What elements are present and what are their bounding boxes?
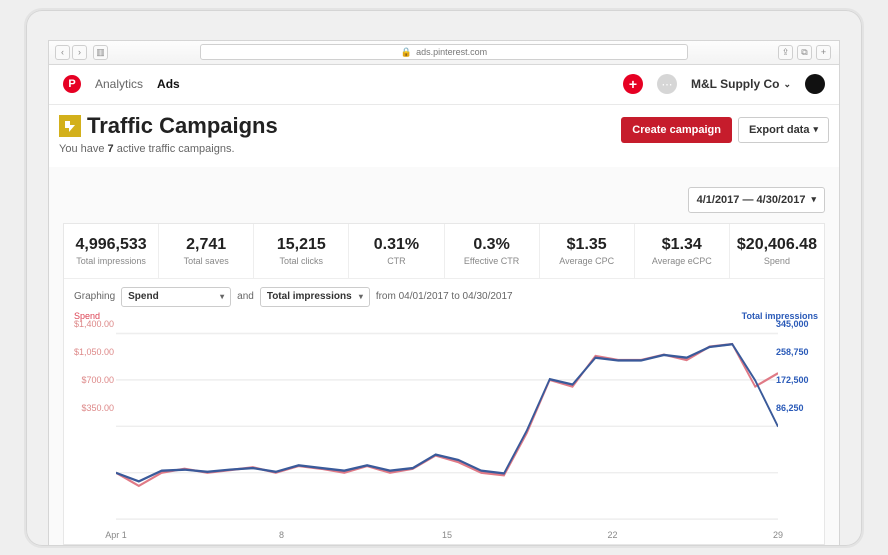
caret-down-icon: ▾ <box>813 124 818 135</box>
metric-label: CTR <box>353 256 439 266</box>
lock-icon: 🔒 <box>401 47 412 58</box>
metric-value: 2,741 <box>163 236 249 254</box>
metric-tile[interactable]: 15,215 Total clicks <box>254 224 349 278</box>
x-tick: Apr 1 <box>105 530 127 540</box>
x-tick: 29 <box>773 530 783 540</box>
metric-tile[interactable]: $1.34 Average eCPC <box>635 224 730 278</box>
y-left-tick: $1,400.00 <box>70 319 114 329</box>
metric-label: Effective CTR <box>449 256 535 266</box>
chart: Spend Total impressions $1,400.00$1,050.… <box>64 315 824 544</box>
metric-b-select[interactable]: Total impressions▾ <box>260 287 370 307</box>
and-label: and <box>237 291 254 302</box>
share-button[interactable]: ⇪ <box>778 45 793 60</box>
graphing-label: Graphing <box>74 291 115 302</box>
metric-label: Total saves <box>163 256 249 266</box>
metric-a-select[interactable]: Spend▾ <box>121 287 231 307</box>
url-text: ads.pinterest.com <box>416 47 487 57</box>
nav-ads[interactable]: Ads <box>157 77 180 91</box>
metric-tile[interactable]: $20,406.48 Spend <box>730 224 824 278</box>
page-subtitle: You have 7 active traffic campaigns. <box>59 143 278 155</box>
metrics-row: 4,996,533 Total impressions 2,741 Total sav… <box>64 224 824 279</box>
y-left-tick: $1,050.00 <box>70 347 114 357</box>
metric-tile[interactable]: 2,741 Total saves <box>159 224 254 278</box>
series-spend <box>116 344 778 486</box>
metric-value: 0.31% <box>353 236 439 254</box>
page-header: Traffic Campaigns You have 7 active traf… <box>49 105 839 167</box>
graph-range-text: from 04/01/2017 to 04/30/2017 <box>376 291 513 302</box>
metric-label: Total clicks <box>258 256 344 266</box>
metric-label: Spend <box>734 256 820 266</box>
export-data-button[interactable]: Export data▾ <box>738 117 829 143</box>
x-tick: 15 <box>442 530 452 540</box>
y-right-tick: 86,250 <box>776 403 820 413</box>
create-campaign-button[interactable]: Create campaign <box>621 117 732 143</box>
y-left-tick: $350.00 <box>70 403 114 413</box>
pinterest-logo-icon[interactable]: P <box>63 75 81 93</box>
account-name: M&L Supply Co <box>691 77 779 91</box>
metric-tile[interactable]: $1.35 Average CPC <box>540 224 635 278</box>
stats-panel: 4,996,533 Total impressions 2,741 Total sav… <box>63 223 825 545</box>
metric-label: Total impressions <box>68 256 154 266</box>
x-tick: 8 <box>279 530 284 540</box>
new-tab-button[interactable]: + <box>816 45 831 60</box>
x-tick: 22 <box>607 530 617 540</box>
page-title: Traffic Campaigns <box>87 113 278 139</box>
create-button[interactable]: + <box>623 74 643 94</box>
sidebar-toggle[interactable]: ▥ <box>93 45 108 60</box>
messages-icon[interactable]: ⋯ <box>657 74 677 94</box>
traffic-campaign-icon <box>59 115 81 137</box>
screen: ‹ › ▥ 🔒 ads.pinterest.com ⇪ ⧉ + P Analyt… <box>48 40 840 546</box>
account-switcher[interactable]: M&L Supply Co ⌄ <box>691 77 791 91</box>
metric-value: $1.35 <box>544 236 630 254</box>
metric-value: 0.3% <box>449 236 535 254</box>
metric-value: $1.34 <box>639 236 725 254</box>
metric-label: Average CPC <box>544 256 630 266</box>
y-right-tick: 172,500 <box>776 375 820 385</box>
app-header: P Analytics Ads + ⋯ M&L Supply Co ⌄ <box>49 65 839 105</box>
y-left-tick: $700.00 <box>70 375 114 385</box>
caret-down-icon: ▾ <box>811 194 816 205</box>
series-impressions <box>116 344 778 481</box>
y-right-tick: 345,000 <box>776 319 820 329</box>
back-button[interactable]: ‹ <box>55 45 70 60</box>
metric-value: $20,406.48 <box>734 236 820 254</box>
metric-tile[interactable]: 0.31% CTR <box>349 224 444 278</box>
tabs-button[interactable]: ⧉ <box>797 45 812 60</box>
chevron-down-icon: ⌄ <box>783 79 791 90</box>
avatar[interactable] <box>805 74 825 94</box>
address-bar[interactable]: 🔒 ads.pinterest.com <box>200 44 688 60</box>
date-range-picker[interactable]: 4/1/2017 — 4/30/2017▾ <box>688 187 825 213</box>
browser-toolbar: ‹ › ▥ 🔒 ads.pinterest.com ⇪ ⧉ + <box>49 41 839 65</box>
graph-controls: Graphing Spend▾ and Total impressions▾ f… <box>64 279 824 315</box>
metric-value: 15,215 <box>258 236 344 254</box>
page-body: Traffic Campaigns You have 7 active traf… <box>49 105 839 545</box>
forward-button[interactable]: › <box>72 45 87 60</box>
nav-analytics[interactable]: Analytics <box>95 77 143 91</box>
metric-value: 4,996,533 <box>68 236 154 254</box>
metric-tile[interactable]: 0.3% Effective CTR <box>445 224 540 278</box>
metric-label: Average eCPC <box>639 256 725 266</box>
y-right-tick: 258,750 <box>776 347 820 357</box>
metric-tile[interactable]: 4,996,533 Total impressions <box>64 224 159 278</box>
device-frame: ‹ › ▥ 🔒 ads.pinterest.com ⇪ ⧉ + P Analyt… <box>24 8 864 548</box>
